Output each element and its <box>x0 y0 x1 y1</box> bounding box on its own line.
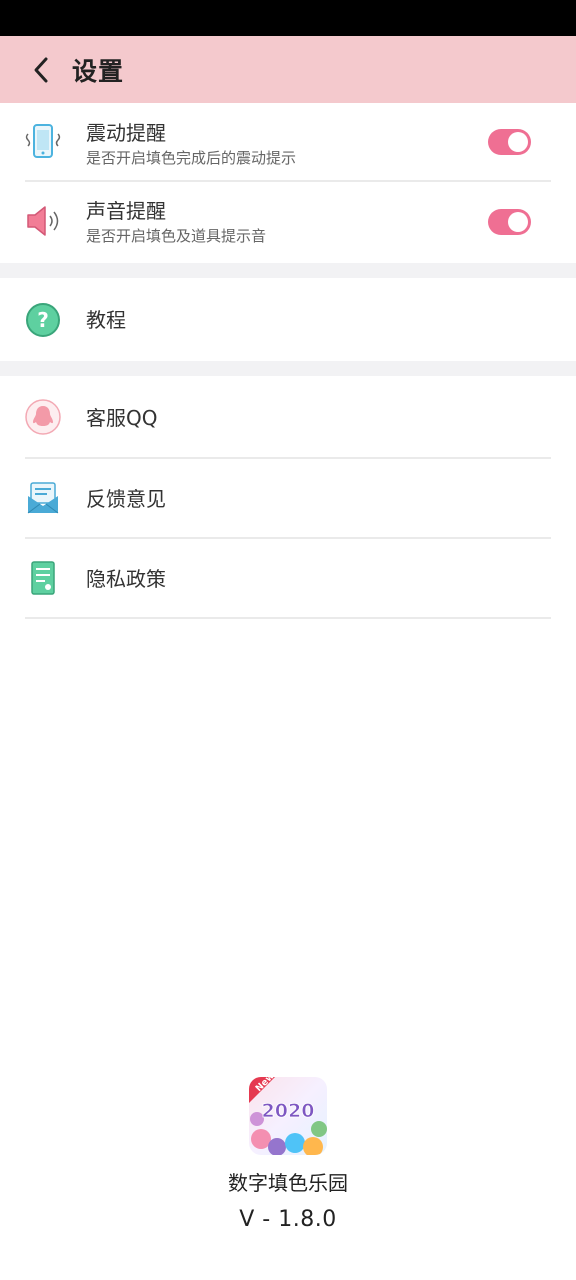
sound-title: 声音提醒 <box>86 199 166 223</box>
page-title: 设置 <box>72 56 125 86</box>
app-name: 数字填色乐园 <box>228 1171 348 1195</box>
setting-row-vibration: 震动提醒 是否开启填色完成后的震动提示 <box>0 103 576 181</box>
svg-text:?: ? <box>37 308 49 332</box>
privacy-title: 隐私政策 <box>86 567 166 591</box>
speaker-icon <box>24 202 62 240</box>
divider <box>25 617 551 619</box>
setting-row-feedback[interactable]: 反馈意见 <box>0 459 576 538</box>
section-gap <box>0 361 576 376</box>
status-bar <box>0 0 576 36</box>
back-button[interactable] <box>12 36 72 103</box>
feedback-title: 反馈意见 <box>86 487 166 511</box>
qq-penguin-icon <box>24 398 62 436</box>
help-circle-icon: ? <box>24 301 62 339</box>
sound-subtitle: 是否开启填色及道具提示音 <box>86 227 267 245</box>
app-version: V - 1.8.0 <box>239 1207 337 1232</box>
section-gap <box>0 263 576 278</box>
document-icon <box>24 559 62 597</box>
support-qq-title: 客服QQ <box>86 406 158 430</box>
envelope-message-icon <box>24 479 62 517</box>
setting-row-privacy[interactable]: 隐私政策 <box>0 539 576 618</box>
logo-year-text: 2020 <box>262 1100 315 1122</box>
sound-toggle[interactable] <box>488 209 531 235</box>
vibration-toggle[interactable] <box>488 129 531 155</box>
chevron-left-icon <box>34 57 48 82</box>
tutorial-title: 教程 <box>86 308 126 332</box>
toggle-knob <box>508 132 528 152</box>
setting-row-tutorial[interactable]: ? 教程 <box>0 278 576 361</box>
setting-row-sound: 声音提醒 是否开启填色及道具提示音 <box>0 182 576 262</box>
phone-vibrate-icon <box>24 122 62 160</box>
toggle-knob <box>508 212 528 232</box>
vibration-subtitle: 是否开启填色完成后的震动提示 <box>86 149 297 167</box>
header-bar: 设置 <box>0 36 576 103</box>
app-logo: New 2020 <box>249 1077 327 1155</box>
vibration-title: 震动提醒 <box>86 121 166 145</box>
setting-row-support-qq[interactable]: 客服QQ <box>0 377 576 458</box>
